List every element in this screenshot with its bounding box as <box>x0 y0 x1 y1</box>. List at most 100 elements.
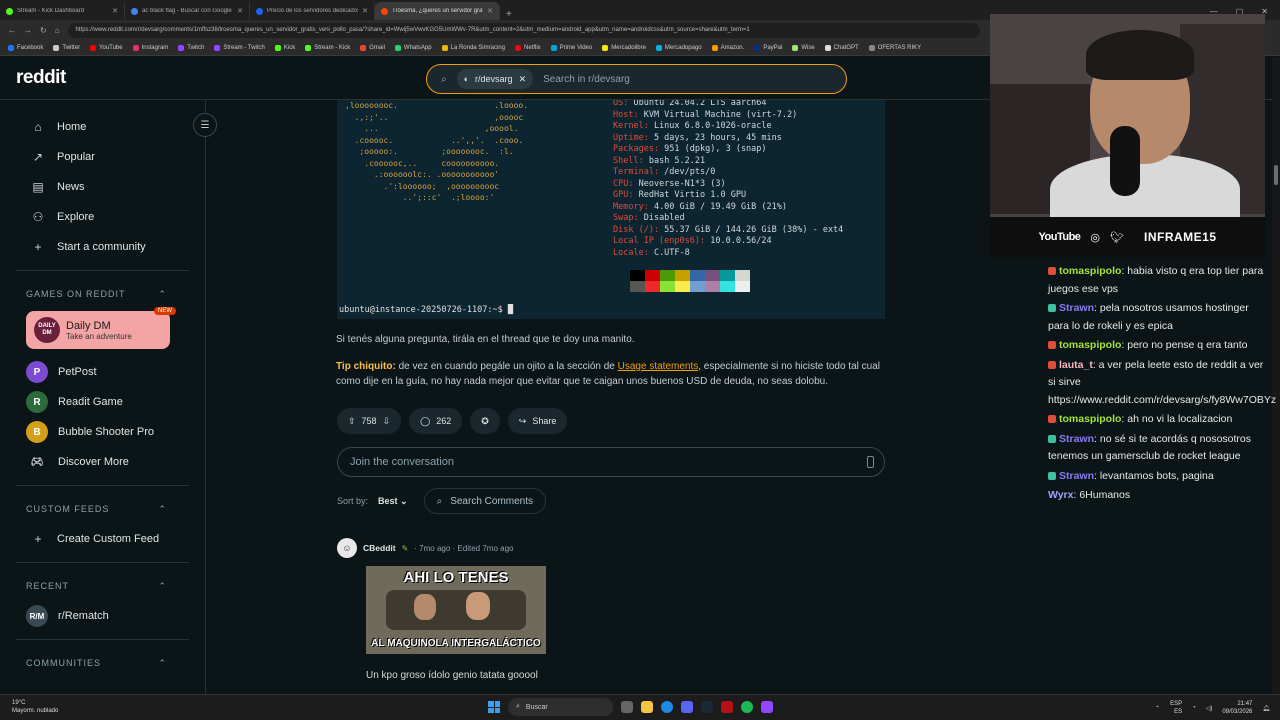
bookmark-item[interactable]: Wise <box>792 44 815 51</box>
edge-icon[interactable] <box>661 701 673 713</box>
bookmark-item[interactable]: Mercadolibre <box>602 44 646 51</box>
sidebar-item-home[interactable]: ⌂ Home <box>0 112 205 142</box>
reddit-logo[interactable]: reddit <box>16 67 66 89</box>
weather-widget[interactable]: 19°C Mayorm. nublado <box>12 699 58 715</box>
sidebar-item-news[interactable]: ▤ News <box>0 172 205 202</box>
sidebar-item-popular[interactable]: ↗ Popular <box>0 142 205 172</box>
bookmark-item[interactable]: Instagram <box>132 44 168 51</box>
windows-start-icon[interactable] <box>488 701 500 713</box>
bookmark-item[interactable]: Stream - Kick <box>305 44 350 51</box>
usage-statements-link[interactable]: Usage statements <box>618 361 699 372</box>
spotify-icon[interactable] <box>741 701 753 713</box>
back-icon[interactable]: ← <box>8 26 16 35</box>
communities-header[interactable]: COMMUNITIES ⌃ <box>0 648 205 678</box>
info-line: Disk (/): 55.37 GiB / 144.26 GiB (38%) -… <box>613 225 843 237</box>
recent-header[interactable]: RECENT ⌃ <box>0 571 205 601</box>
new-tab-button[interactable]: + <box>500 9 518 20</box>
chat-username[interactable]: Wyrx <box>1048 489 1074 501</box>
sidebar-game-petpost[interactable]: P PetPost <box>0 357 205 387</box>
page-scrollbar[interactable] <box>1272 57 1280 694</box>
tab-close-icon[interactable]: ✕ <box>237 7 243 15</box>
chip-close-icon[interactable]: ✕ <box>519 74 527 85</box>
bookmark-item[interactable]: Mercadopago <box>655 44 702 51</box>
downvote-icon[interactable]: ⇩ <box>383 416 391 427</box>
bookmark-item[interactable]: YouTube <box>90 44 123 51</box>
browser-tab[interactable]: Precio de los servidores dedicados ✕ <box>250 2 375 20</box>
forward-icon[interactable]: → <box>24 26 32 35</box>
chat-username[interactable]: tomaspipolo <box>1059 413 1121 425</box>
create-custom-feed[interactable]: + Create Custom Feed <box>0 524 205 554</box>
browser-tab[interactable]: ac black flag - Buscar con Google ✕ <box>125 2 250 20</box>
taskbar-search[interactable]: ⌕ Buscar <box>508 698 613 716</box>
twitch-icon[interactable] <box>761 701 773 713</box>
bookmark-item[interactable]: WhatsApp <box>394 44 432 51</box>
search-placeholder[interactable]: Search in r/devsarg <box>543 74 630 85</box>
reload-icon[interactable]: ↻ <box>40 26 47 35</box>
clock[interactable]: 21:47 09/03/2026 <box>1222 700 1252 716</box>
discord-icon[interactable] <box>681 701 693 713</box>
award-button[interactable]: ✪ <box>470 408 500 434</box>
gif-icon[interactable] <box>867 456 874 468</box>
bookmark-item[interactable]: OFERTAS RIKY <box>868 44 921 51</box>
home-icon[interactable]: ⌂ <box>55 26 60 35</box>
meme-image[interactable]: AHI LO TENES AL MAQUINOLA INTERGALÁCTICO <box>366 566 546 654</box>
chat-username[interactable]: Strawn <box>1059 433 1094 445</box>
comments-button[interactable]: ◯ 262 <box>409 408 463 434</box>
chat-username[interactable]: lauta_t <box>1059 359 1093 371</box>
notifications-icon[interactable]: 🔔︎ <box>1262 705 1270 712</box>
bookmark-item[interactable]: PayPal <box>754 44 782 51</box>
custom-feeds-header[interactable]: CUSTOM FEEDS ⌃ <box>0 494 205 524</box>
chat-username[interactable]: Strawn <box>1059 470 1094 482</box>
file-explorer-icon[interactable] <box>641 701 653 713</box>
bookmark-label: Mercadolibre <box>611 44 646 51</box>
join-conversation-input[interactable]: Join the conversation <box>337 447 885 477</box>
subreddit-chip[interactable]: ◐ r/devsarg ✕ <box>456 69 534 89</box>
avatar[interactable]: ☺ <box>337 538 357 558</box>
bookmark-item[interactable]: Facebook <box>8 44 43 51</box>
tab-close-icon[interactable]: ✕ <box>362 7 368 15</box>
url-field[interactable]: https://www.reddit.com/r/devsarg/comment… <box>67 22 980 38</box>
app-icon[interactable] <box>721 701 733 713</box>
chat-username[interactable]: tomaspipolo <box>1059 265 1121 277</box>
bookmark-item[interactable]: Stream - Twitch <box>214 44 265 51</box>
comment-author[interactable]: CBeddit <box>363 543 396 553</box>
browser-tab[interactable]: Troesma, ¿queres un servidor gratis? ✕ <box>375 2 500 20</box>
bookmark-item[interactable]: Twitch <box>178 44 204 51</box>
task-view-icon[interactable] <box>621 701 633 713</box>
tab-close-icon[interactable]: ✕ <box>487 7 493 15</box>
share-button[interactable]: ↪ Share <box>507 408 568 434</box>
bookmark-item[interactable]: ChatGPT <box>824 44 859 51</box>
chat-username[interactable]: tomaspipolo <box>1059 339 1121 351</box>
sidebar-item-start-a-community[interactable]: + Start a community <box>0 232 205 262</box>
tab-close-icon[interactable]: ✕ <box>112 7 118 15</box>
chat-username[interactable]: Strawn <box>1059 302 1094 314</box>
sidebar-game-discover-more[interactable]: 🎮︎ Discover More <box>0 447 205 477</box>
chat-badge-icon <box>1048 471 1056 480</box>
sort-dropdown[interactable]: Best ⌄ <box>378 496 408 507</box>
bookmark-favicon-icon <box>514 44 521 51</box>
language-indicator[interactable]: ESP ES <box>1170 700 1182 716</box>
scrollbar-thumb[interactable] <box>1274 165 1278 185</box>
search-comments-button[interactable]: ⌕ Search Comments <box>423 488 547 514</box>
search-bar[interactable]: ⌕ ◐ r/devsarg ✕ Search in r/devsarg <box>426 64 847 94</box>
sidebar-item-explore[interactable]: ⚇ Explore <box>0 202 205 232</box>
browser-tab[interactable]: Stream - Kick Dashboard ✕ <box>0 2 125 20</box>
bookmark-item[interactable]: Twitter <box>53 44 80 51</box>
sidebar-game-readit-game[interactable]: R Readit Game <box>0 387 205 417</box>
bookmark-item[interactable]: Gmail <box>360 44 385 51</box>
recent-item-rematch[interactable]: R/M r/Rematch <box>0 601 205 631</box>
bookmark-item[interactable]: La Ronda Simracing <box>441 44 505 51</box>
games-section-header[interactable]: GAMES ON REDDIT ⌃ <box>0 279 205 309</box>
bookmark-item[interactable]: Prime Video <box>550 44 592 51</box>
clock-time: 21:47 <box>1237 701 1253 707</box>
bookmark-item[interactable]: Kick <box>274 44 295 51</box>
bookmark-item[interactable]: Amazon. <box>711 44 744 51</box>
wifi-icon[interactable]: ◔ <box>1192 705 1196 711</box>
bookmark-item[interactable]: Netflix <box>514 44 541 51</box>
steam-icon[interactable] <box>701 701 713 713</box>
tray-chevron-icon[interactable]: ⌃ <box>1155 705 1160 712</box>
sidebar-game-bubble-shooter-pro[interactable]: B Bubble Shooter Pro <box>0 417 205 447</box>
daily-dm-card[interactable]: DAILY DM Daily DM Take an adventure NEW <box>26 307 176 349</box>
upvote-icon[interactable]: ⇧ <box>348 416 356 427</box>
volume-icon[interactable]: ◁) <box>1206 705 1213 712</box>
